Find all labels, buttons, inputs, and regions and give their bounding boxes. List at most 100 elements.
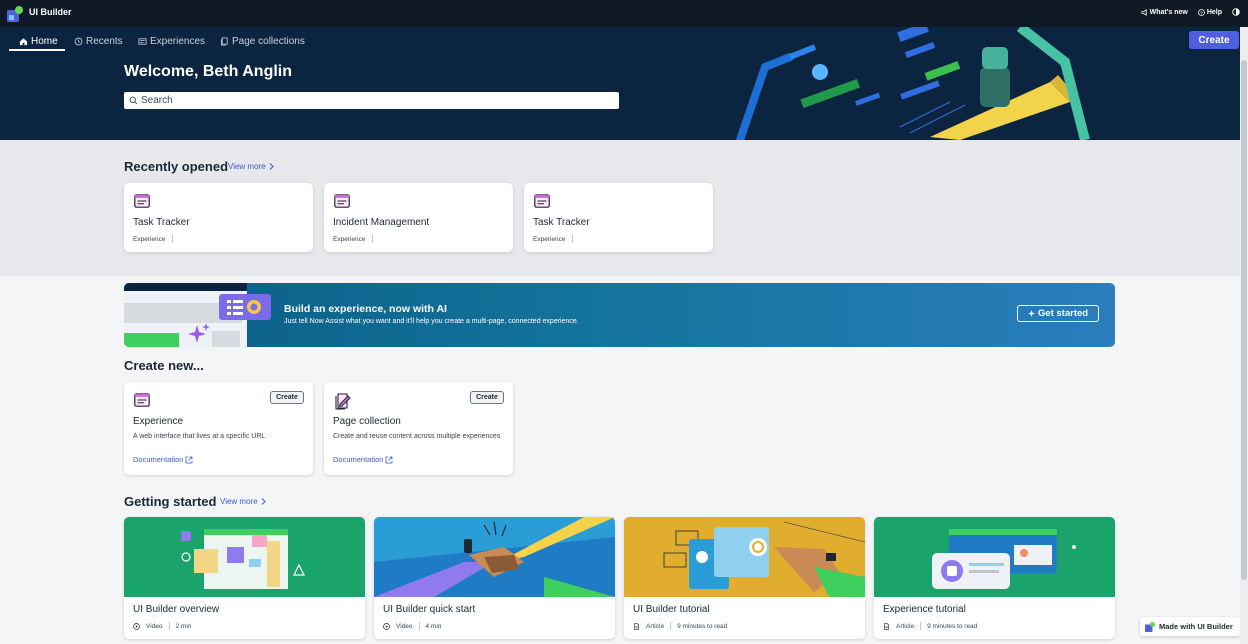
recent-view-more-link[interactable]: View more bbox=[228, 162, 274, 171]
main-nav: Home Recents Experiences Page collection… bbox=[0, 27, 1240, 54]
welcome-heading: Welcome, Beth Anglin bbox=[124, 63, 293, 80]
getting-started-view-more-link[interactable]: View more bbox=[220, 497, 266, 506]
create-new-heading: Create new... bbox=[124, 358, 204, 373]
getting-started-card[interactable]: UI Builder tutorial Article 9 minutes to… bbox=[624, 517, 865, 639]
recent-card-title: Task Tracker bbox=[133, 217, 190, 228]
getting-started-view-more-label: View more bbox=[220, 497, 258, 506]
recent-card-meta: Experience bbox=[133, 235, 173, 243]
recent-card[interactable]: Task Tracker Experience bbox=[524, 183, 713, 252]
content-duration: 2 min bbox=[175, 622, 192, 630]
help-icon: ? bbox=[1197, 8, 1205, 16]
experience-icon bbox=[534, 194, 550, 208]
search-input[interactable]: Search bbox=[124, 92, 619, 109]
getting-started-meta: Video 2 min bbox=[133, 622, 191, 630]
tab-experiences-label: Experiences bbox=[150, 36, 206, 47]
documentation-link[interactable]: Documentation bbox=[133, 455, 193, 464]
chevron-right-icon bbox=[261, 498, 266, 505]
chevron-right-icon bbox=[269, 163, 274, 170]
getting-started-meta: Article 9 minutes to read bbox=[883, 622, 977, 630]
tab-recents[interactable]: Recents bbox=[74, 36, 123, 47]
help-link[interactable]: ? Help bbox=[1197, 8, 1222, 16]
hero-section: Home Recents Experiences Page collection… bbox=[0, 27, 1240, 140]
external-link-icon bbox=[386, 456, 393, 463]
create-page-collection-button[interactable]: Create bbox=[470, 391, 504, 404]
tab-page-collections-label: Page collections bbox=[232, 36, 305, 47]
article-icon bbox=[883, 622, 890, 630]
create-experience-card: Create Experience A web interface that l… bbox=[124, 382, 313, 475]
whats-new-label: What's new bbox=[1149, 8, 1188, 16]
experience-tutorial-thumbnail bbox=[874, 517, 1115, 597]
recent-card-type: Experience bbox=[133, 235, 166, 243]
content-duration: 4 min bbox=[425, 622, 442, 630]
experience-icon bbox=[134, 393, 150, 407]
get-started-button[interactable]: Get started bbox=[1017, 305, 1099, 322]
search-icon bbox=[129, 96, 138, 105]
getting-started-meta: Article 9 minutes to read bbox=[633, 622, 727, 630]
create-card-description: Create and reuse content across multiple… bbox=[333, 433, 501, 440]
recently-opened-section: Recently opened View more Task Tracker E… bbox=[0, 140, 1240, 276]
svg-text:?: ? bbox=[1200, 10, 1203, 15]
tutorial-thumbnail bbox=[624, 517, 865, 597]
active-tab-indicator bbox=[9, 49, 65, 51]
ui-builder-logo-small bbox=[1145, 621, 1155, 632]
pages-icon bbox=[220, 37, 228, 46]
scrollbar-thumb[interactable] bbox=[1241, 60, 1247, 580]
contrast-icon bbox=[1232, 8, 1240, 16]
recent-card[interactable]: Task Tracker Experience bbox=[124, 183, 313, 252]
search-placeholder: Search bbox=[141, 95, 173, 106]
create-page-collection-card: Create Page collection Create and reuse … bbox=[324, 382, 513, 475]
documentation-label: Documentation bbox=[333, 455, 384, 464]
recent-card-type: Experience bbox=[333, 235, 366, 243]
getting-started-card[interactable]: Experience tutorial Article 9 minutes to… bbox=[874, 517, 1115, 639]
experience-list-icon bbox=[138, 38, 147, 45]
banner-title: Build an experience, now with AI bbox=[284, 303, 447, 315]
play-icon bbox=[383, 622, 390, 630]
getting-started-card[interactable]: UI Builder quick start Video 4 min bbox=[374, 517, 615, 639]
recent-card-type: Experience bbox=[533, 235, 566, 243]
content-duration: 9 minutes to read bbox=[927, 622, 978, 630]
tab-home[interactable]: Home bbox=[19, 36, 58, 47]
recent-view-more-label: View more bbox=[228, 162, 266, 171]
external-link-icon bbox=[186, 456, 193, 463]
content-duration: 9 minutes to read bbox=[677, 622, 728, 630]
documentation-link[interactable]: Documentation bbox=[333, 455, 393, 464]
create-card-title: Experience bbox=[133, 416, 184, 427]
tab-page-collections[interactable]: Page collections bbox=[220, 36, 305, 47]
tab-recents-label: Recents bbox=[86, 36, 123, 47]
create-card-description: A web interface that lives at a specific… bbox=[133, 433, 266, 440]
tab-home-label: Home bbox=[31, 36, 58, 47]
experience-icon bbox=[134, 194, 150, 208]
app-title: UI Builder bbox=[29, 7, 72, 17]
content-kind: Video bbox=[146, 622, 163, 630]
recent-card[interactable]: Incident Management Experience bbox=[324, 183, 513, 252]
sparkle-icon bbox=[1027, 310, 1035, 317]
recently-opened-heading: Recently opened bbox=[124, 159, 229, 174]
home-icon bbox=[19, 38, 28, 46]
getting-started-title: UI Builder tutorial bbox=[633, 604, 710, 615]
getting-started-title: UI Builder quick start bbox=[383, 604, 476, 615]
getting-started-title: UI Builder overview bbox=[133, 604, 220, 615]
history-icon bbox=[74, 37, 83, 46]
create-experience-button[interactable]: Create bbox=[270, 391, 304, 404]
get-started-label: Get started bbox=[1037, 308, 1089, 319]
overview-thumbnail bbox=[124, 517, 365, 597]
getting-started-heading: Getting started bbox=[124, 494, 217, 509]
getting-started-title: Experience tutorial bbox=[883, 604, 966, 615]
top-bar: UI Builder What's new ? Help bbox=[0, 0, 1248, 27]
content-kind: Article bbox=[896, 622, 915, 630]
page-collection-icon bbox=[335, 393, 351, 410]
getting-started-meta: Video 4 min bbox=[383, 622, 441, 630]
made-with-badge[interactable]: Made with UI Builder bbox=[1140, 617, 1240, 636]
help-label: Help bbox=[1206, 8, 1222, 16]
banner-subtitle: Just tell Now Assist what you want and i… bbox=[284, 318, 579, 325]
tab-experiences[interactable]: Experiences bbox=[138, 36, 205, 47]
ui-builder-logo bbox=[7, 6, 23, 22]
theme-toggle[interactable] bbox=[1232, 8, 1240, 16]
whats-new-link[interactable]: What's new bbox=[1141, 9, 1188, 16]
create-card-title: Page collection bbox=[333, 416, 401, 427]
play-icon bbox=[133, 622, 140, 630]
create-button[interactable]: Create bbox=[1189, 31, 1239, 49]
article-icon bbox=[633, 622, 640, 630]
documentation-label: Documentation bbox=[133, 455, 184, 464]
getting-started-card[interactable]: UI Builder overview Video 2 min bbox=[124, 517, 365, 639]
